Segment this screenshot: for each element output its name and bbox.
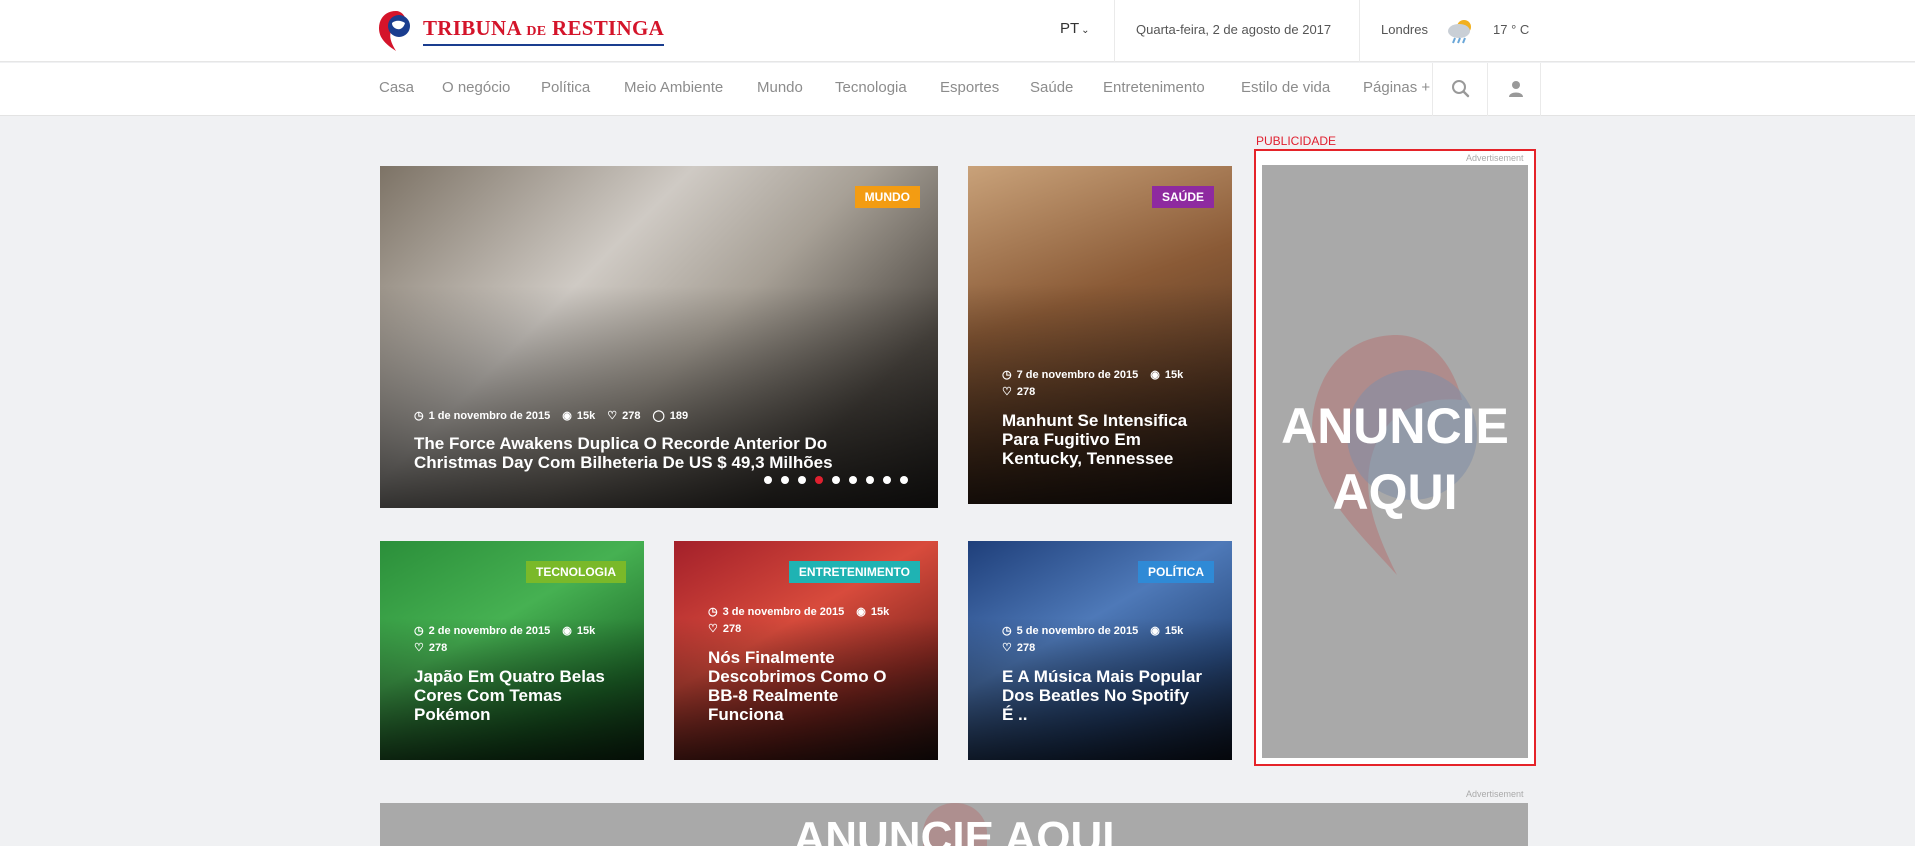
slider-dot[interactable] <box>781 476 789 484</box>
clock-icon: ◷ <box>414 410 424 422</box>
sidebar-ad[interactable]: ANUNCIE AQUI <box>1262 165 1528 758</box>
divider <box>1540 63 1541 116</box>
main-nav: Casa O negócio Política Meio Ambiente Mu… <box>0 63 1915 116</box>
slider-dot[interactable] <box>764 476 772 484</box>
eye-icon: ◉ <box>856 606 866 618</box>
search-icon[interactable] <box>1450 78 1472 100</box>
article-card[interactable]: ENTRETENIMENTO ◷ 3 de novembro de 2015 ◉ 1… <box>674 541 938 760</box>
slider-dots <box>764 476 908 484</box>
logo-text: TRIBUNA DE RESTINGA <box>423 16 665 46</box>
advertisement-label: Advertisement <box>1466 789 1524 799</box>
nav-item-casa[interactable]: Casa <box>379 79 414 96</box>
slider-dot[interactable] <box>849 476 857 484</box>
heart-icon: ♡ <box>1002 642 1012 654</box>
slider-dot[interactable] <box>832 476 840 484</box>
ad-text-line2: AQUI <box>1332 464 1458 520</box>
temperature: 17 ° C <box>1493 22 1530 37</box>
clock-icon: ◷ <box>708 606 718 618</box>
advertisement-label: Advertisement <box>1466 153 1524 163</box>
clock-icon: ◷ <box>414 625 424 637</box>
top-bar: TRIBUNA DE RESTINGA PT ⌄ Quarta-feira, 2 … <box>0 0 1915 62</box>
language-selector[interactable]: PT ⌄ <box>1060 20 1090 37</box>
bottom-ad-banner[interactable]: ANUNCIE AQUI <box>380 803 1528 846</box>
comment-icon: ◯ <box>652 410 665 422</box>
article-title[interactable]: The Force Awakens Duplica O Recorde Ante… <box>414 434 908 472</box>
category-badge[interactable]: POLÍTICA <box>1138 561 1214 583</box>
article-title[interactable]: Japão Em Quatro Belas Cores Com Temas Po… <box>414 667 614 724</box>
chevron-down-icon: ⌄ <box>1081 25 1090 36</box>
eye-icon: ◉ <box>562 625 572 637</box>
article-card[interactable]: SAÚDE ◷ 7 de novembro de 2015 ◉ 15k ♡ 278 M… <box>968 166 1232 504</box>
eye-icon: ◉ <box>1150 369 1160 381</box>
slider-dot-active[interactable] <box>815 476 823 484</box>
clock-icon: ◷ <box>1002 625 1012 637</box>
nav-item-saude[interactable]: Saúde <box>1030 79 1073 96</box>
slider-dot[interactable] <box>798 476 806 484</box>
nav-item-paginas[interactable]: Páginas + <box>1363 79 1430 96</box>
article-meta: ◷ 7 de novembro de 2015 ◉ 15k ♡ 278 <box>1002 368 1184 399</box>
logo-icon <box>379 11 410 51</box>
eye-icon: ◉ <box>562 410 572 422</box>
heart-icon: ♡ <box>708 623 718 635</box>
article-card[interactable]: TECNOLOGIA ◷ 2 de novembro de 2015 ◉ 15k ♡… <box>380 541 644 760</box>
article-title[interactable]: Nós Finalmente Descobrimos Como O BB-8 R… <box>708 648 908 724</box>
article-meta: ◷ 5 de novembro de 2015 ◉ 15k ♡ 278 <box>1002 624 1184 655</box>
divider <box>1487 63 1488 116</box>
clock-icon: ◷ <box>1002 369 1012 381</box>
article-title[interactable]: Manhunt Se Intensifica Para Fugitivo Em … <box>1002 411 1202 468</box>
heart-icon: ♡ <box>607 410 618 422</box>
nav-item-mundo[interactable]: Mundo <box>757 79 803 96</box>
heart-icon: ♡ <box>414 642 424 654</box>
category-badge[interactable]: ENTRETENIMENTO <box>788 561 920 583</box>
ad-text-line1: ANUNCIE <box>1281 398 1509 454</box>
site-logo[interactable]: TRIBUNA DE RESTINGA <box>377 8 665 54</box>
article-meta: ◷ 2 de novembro de 2015 ◉ 15k ♡ 278 <box>414 624 596 655</box>
nav-item-politica[interactable]: Política <box>541 79 590 96</box>
nav-item-negocio[interactable]: O negócio <box>442 79 510 96</box>
slider-dot[interactable] <box>866 476 874 484</box>
divider <box>1114 0 1115 62</box>
heart-icon: ♡ <box>1002 386 1012 398</box>
nav-item-tecnologia[interactable]: Tecnologia <box>835 79 907 96</box>
nav-item-entretenimento[interactable]: Entretenimento <box>1103 79 1205 96</box>
article-meta: ◷ 3 de novembro de 2015 ◉ 15k ♡ 278 <box>708 605 890 636</box>
publicidade-label: PUBLICIDADE <box>1256 134 1337 148</box>
slider-dot[interactable] <box>900 476 908 484</box>
cloud-rain-sun-icon <box>1448 20 1471 44</box>
category-badge[interactable]: MUNDO <box>854 186 920 208</box>
article-title[interactable]: E A Música Mais Popular Dos Beatles No S… <box>1002 667 1202 724</box>
category-badge[interactable]: SAÚDE <box>1151 186 1214 208</box>
nav-item-esportes[interactable]: Esportes <box>940 79 999 96</box>
category-badge[interactable]: TECNOLOGIA <box>526 561 626 583</box>
bottom-ad-text: ANUNCIE AQUI <box>793 813 1115 846</box>
divider <box>1432 63 1433 116</box>
article-meta: ◷ 1 de novembro de 2015 ◉ 15k ♡ 278 ◯ 189 <box>414 409 689 423</box>
slider-dot[interactable] <box>883 476 891 484</box>
article-card[interactable]: POLÍTICA ◷ 5 de novembro de 2015 ◉ 15k ♡ 27… <box>968 541 1232 760</box>
nav-item-estilo-de-vida[interactable]: Estilo de vida <box>1241 79 1330 96</box>
current-date: Quarta-feira, 2 de agosto de 2017 <box>1136 22 1332 37</box>
nav-item-meio-ambiente[interactable]: Meio Ambiente <box>624 79 723 96</box>
user-icon[interactable] <box>1505 78 1527 100</box>
eye-icon: ◉ <box>1150 625 1160 637</box>
featured-article-card[interactable]: MUNDO ◷ 1 de novembro de 2015 ◉ 15k ♡ 278 ◯… <box>380 166 938 508</box>
weather-city: Londres <box>1381 22 1428 37</box>
divider <box>1359 0 1360 62</box>
